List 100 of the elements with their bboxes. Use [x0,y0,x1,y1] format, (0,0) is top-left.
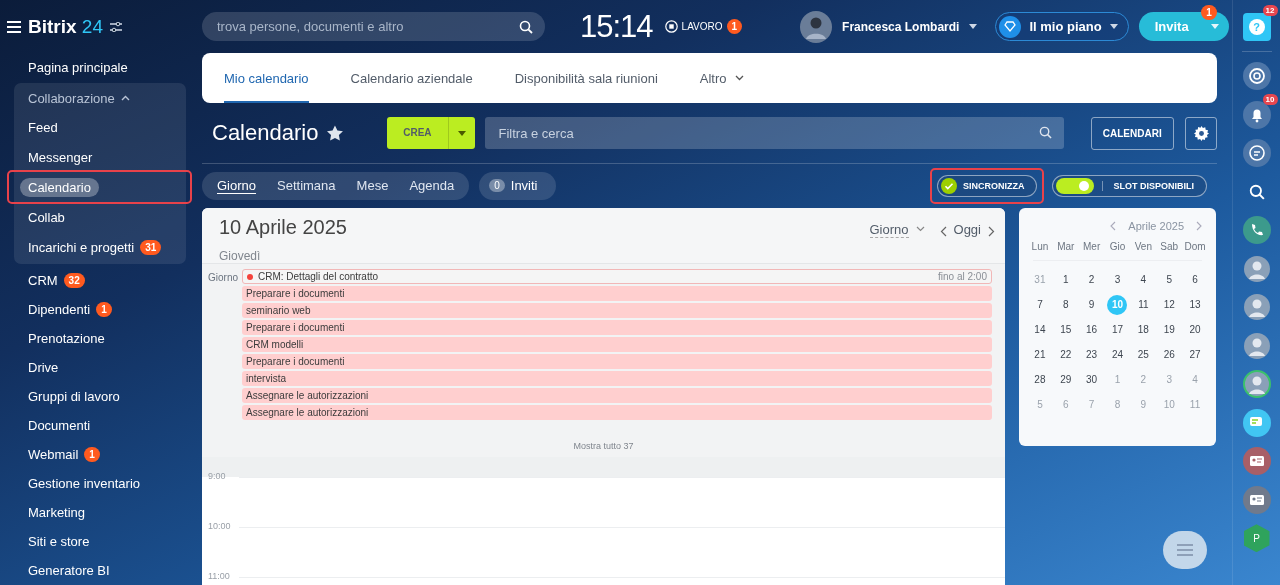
chat-bubble-icon[interactable] [1242,408,1271,437]
event-bar[interactable]: CRM modelli [242,337,992,352]
show-all-link[interactable]: Mostra tutto 37 [573,441,634,451]
today-button[interactable]: Oggi [953,222,981,237]
user-name[interactable]: Francesca Lombardi [842,19,960,34]
day-cell[interactable]: 24 [1107,344,1128,365]
day-cell[interactable]: 29 [1055,369,1076,390]
avatar-icon[interactable] [1242,331,1271,360]
slots-button[interactable]: SLOT DISPONIBILI [1052,174,1207,197]
invitations-button[interactable]: 0 Inviti [479,171,556,200]
create-button[interactable]: CREA [387,117,475,149]
sidebar-item[interactable]: Webmail [28,445,79,464]
day-cell[interactable]: 5 [1159,269,1180,290]
day-cell[interactable]: 28 [1029,369,1050,390]
day-cell[interactable]: 16 [1081,319,1102,340]
view-tab[interactable]: Settimana [277,178,336,193]
chat-icon[interactable] [1242,139,1271,168]
day-cell[interactable]: 7 [1029,294,1050,315]
calendars-button[interactable]: CALENDARI [1090,116,1175,150]
day-cell[interactable]: 22 [1055,344,1076,365]
avatar-icon[interactable] [1242,254,1271,283]
sidebar-item[interactable]: Documenti [28,416,91,435]
toggle-switch[interactable] [1056,177,1095,194]
sidebar-item[interactable]: Generatore BI [28,561,110,580]
day-cell[interactable]: 21 [1029,344,1050,365]
menu-icon[interactable] [7,20,21,33]
sidebar-item[interactable]: Pagina principale [28,58,128,77]
tab[interactable]: Disponibilità sala riunioni [514,53,658,103]
tab[interactable]: Mio calendario [224,53,309,103]
day-cell[interactable]: 8 [1055,294,1076,315]
event-bar[interactable]: Preparare i documenti [242,320,992,335]
chevron-icon[interactable] [915,226,925,232]
day-cell[interactable]: 30 [1081,369,1102,390]
day-cell[interactable]: 25 [1133,344,1154,365]
sidebar-item[interactable]: Siti e store [28,532,90,551]
caret-icon[interactable] [969,24,978,29]
day-cell[interactable]: 18 [1133,319,1154,340]
sidebar-item[interactable]: Drive [28,358,59,377]
day-cell[interactable]: 17 [1107,319,1128,340]
contact-card-icon[interactable] [1242,485,1271,514]
event-bar[interactable]: Assegnare le autorizzazioni [242,388,992,403]
sidebar-item[interactable]: Messenger [28,147,93,167]
work-status[interactable]: LAVORO [681,21,723,32]
avatar-icon[interactable] [1242,370,1271,399]
day-cell[interactable]: 12 [1159,294,1180,315]
sidebar-item[interactable]: Gestione inventario [28,474,140,493]
contact-card-icon[interactable] [1242,447,1271,476]
day-cell[interactable]: 23 [1081,344,1102,365]
sync-button[interactable]: SINCRONIZZA [937,174,1038,197]
day-cell[interactable]: 14 [1029,319,1050,340]
sidebar-item[interactable]: Collab [28,207,65,227]
sidebar-item[interactable]: Dipendenti [28,300,91,319]
day-cell[interactable]: 27 [1185,344,1206,365]
next-icon[interactable] [988,226,995,237]
sidebar-item[interactable]: CRM [28,271,58,290]
search-icon[interactable] [1248,183,1265,200]
view-tab[interactable]: Giorno [217,178,257,193]
view-tab[interactable]: Mese [356,178,389,193]
event-bar[interactable]: seminario web [242,303,992,318]
settings-button[interactable] [1185,116,1217,150]
tab[interactable]: Altro [699,53,744,103]
day-cell[interactable]: 26 [1159,344,1180,365]
day-cell[interactable]: 3 [1107,269,1128,290]
search-icon[interactable] [1038,126,1052,139]
day-cell[interactable]: 4 [1133,269,1154,290]
menu-group-header[interactable]: Collaborazione [14,84,186,112]
view-dropdown[interactable]: Giorno [869,222,909,238]
sidebar-item[interactable]: Feed [28,117,58,137]
day-cell[interactable]: 1 [1055,269,1076,290]
avatar-icon[interactable] [800,10,833,43]
sidebar-item[interactable]: Incarichi e progetti [28,237,135,257]
sliders-icon[interactable] [110,21,122,32]
day-cell[interactable]: 11 [1133,294,1154,315]
avatar-icon[interactable] [1242,293,1271,322]
event-bar[interactable]: CRM: Dettagli del contratto fino al 2:00 [242,269,992,284]
plan-button[interactable]: Il mio piano [995,12,1129,41]
phone-icon[interactable] [1242,216,1271,245]
previous-icon[interactable] [939,226,947,237]
view-tab[interactable]: Agenda [409,178,455,193]
sidebar-item[interactable]: Calendario [20,177,99,197]
day-cell[interactable]: 13 [1185,294,1206,315]
notifications-icon[interactable] [1242,100,1271,129]
logo[interactable]: Bitrix 24 [28,15,103,38]
stop-icon[interactable] [664,20,678,33]
list-button[interactable] [1163,531,1207,569]
event-bar[interactable]: Preparare i documenti [242,286,992,301]
day-cell[interactable]: 20 [1185,319,1206,340]
search-icon[interactable] [519,19,533,34]
day-cell[interactable]: 15 [1055,319,1076,340]
event-bar[interactable]: intervista [242,371,992,386]
day-cell[interactable]: 2 [1081,269,1102,290]
day-cell[interactable]: 9 [1081,294,1102,315]
event-bar[interactable]: Preparare i documenti [242,354,992,369]
day-cell[interactable]: 6 [1185,269,1206,290]
sidebar-item[interactable]: Gruppi di lavoro [28,387,120,406]
event-bar[interactable]: Assegnare le autorizzazioni [242,405,992,420]
sidebar-item[interactable]: Marketing [28,503,86,522]
sidebar-item[interactable]: Prenotazione [28,329,105,348]
day-cell[interactable]: 19 [1159,319,1180,340]
star-icon[interactable] [327,125,344,141]
